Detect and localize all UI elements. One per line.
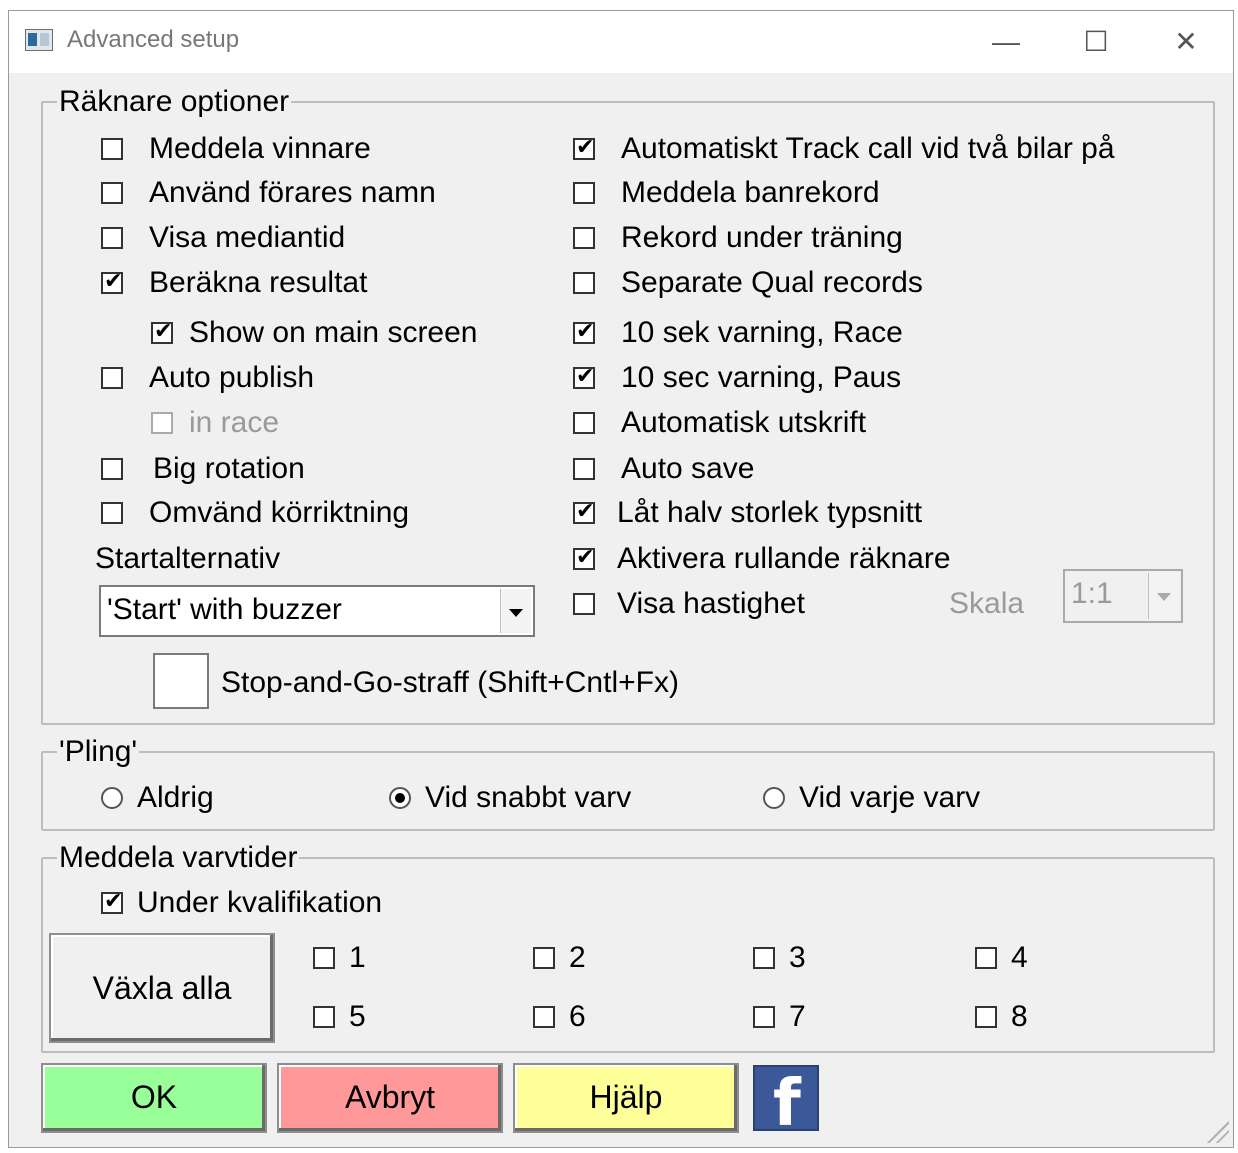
resize-grip-icon[interactable] — [1207, 1121, 1229, 1143]
close-button[interactable]: ✕ — [1156, 19, 1216, 65]
announce-track-record-label: Meddela banrekord — [621, 176, 880, 209]
pling-never-radio[interactable] — [101, 787, 123, 809]
rolling-counter-checkbox[interactable] — [573, 545, 595, 571]
calculate-results-label: Beräkna resultat — [149, 266, 368, 299]
scale-label: Skala — [949, 587, 1025, 620]
lane-5-label: 5 — [349, 1000, 366, 1033]
record-during-training-label: Rekord under träning — [621, 221, 903, 254]
pling-fast-lap-label: Vid snabbt varv — [425, 781, 632, 814]
cancel-button[interactable]: Avbryt — [277, 1063, 503, 1133]
start-alternative-label: Startalternativ — [95, 542, 281, 575]
ten-sec-warning-race-checkbox[interactable] — [573, 319, 595, 345]
counter-options-legend: Räknare optioner — [59, 85, 290, 118]
show-on-main-screen-checkbox[interactable] — [151, 319, 173, 345]
stop-and-go-key-field[interactable] — [153, 653, 209, 709]
rolling-counter-label: Aktivera rullande räknare — [617, 542, 951, 575]
start-alternative-dropdown[interactable]: 'Start' with buzzer — [99, 585, 535, 637]
under-qualification-label: Under kvalifikation — [137, 886, 383, 919]
auto-save-checkbox[interactable] — [573, 458, 595, 480]
under-qualification-checkbox[interactable] — [101, 889, 123, 915]
record-during-training-checkbox[interactable] — [573, 227, 595, 249]
automatic-printout-checkbox[interactable] — [573, 412, 595, 434]
lane-4-checkbox[interactable] — [975, 947, 997, 969]
lane-6-checkbox[interactable] — [533, 1006, 555, 1028]
ten-sec-warning-pause-checkbox[interactable] — [573, 364, 595, 390]
lane-6-label: 6 — [569, 1000, 586, 1033]
scale-value: 1:1 — [1071, 577, 1113, 610]
pling-every-lap-label: Vid varje varv — [799, 781, 981, 814]
use-driver-name-checkbox[interactable] — [101, 182, 123, 204]
lane-2-checkbox[interactable] — [533, 947, 555, 969]
toggle-all-button[interactable]: Växla alla — [49, 933, 275, 1043]
title-bar[interactable]: Advanced setup — ☐ ✕ — [9, 11, 1233, 73]
half-size-font-checkbox[interactable] — [573, 499, 595, 525]
chevron-down-icon — [1148, 573, 1179, 619]
advanced-setup-window: Advanced setup — ☐ ✕ Räknare optioner Me… — [8, 10, 1234, 1148]
lane-2-label: 2 — [569, 941, 586, 974]
scale-dropdown: 1:1 — [1063, 569, 1183, 623]
calculate-results-checkbox[interactable] — [101, 269, 123, 295]
big-rotation-label: Big rotation — [153, 452, 305, 485]
auto-save-label: Auto save — [621, 452, 755, 485]
lane-5-checkbox[interactable] — [313, 1006, 335, 1028]
pling-every-lap-radio[interactable] — [763, 787, 785, 809]
lane-7-label: 7 — [789, 1000, 806, 1033]
announce-track-record-checkbox[interactable] — [573, 182, 595, 204]
reverse-direction-label: Omvänd körriktning — [149, 496, 410, 529]
show-median-time-label: Visa mediantid — [149, 221, 346, 254]
maximize-button[interactable]: ☐ — [1066, 19, 1126, 65]
separate-qual-records-label: Separate Qual records — [621, 266, 923, 299]
ten-sec-warning-pause-label: 10 sec varning, Paus — [621, 361, 902, 394]
pling-legend: 'Pling' — [59, 735, 138, 768]
auto-track-call-checkbox[interactable] — [573, 135, 595, 161]
pling-never-label: Aldrig — [137, 781, 214, 814]
announce-winner-checkbox[interactable] — [101, 138, 123, 160]
lane-1-checkbox[interactable] — [313, 947, 335, 969]
facebook-button[interactable]: f — [753, 1065, 819, 1139]
auto-publish-checkbox[interactable] — [101, 367, 123, 389]
in-race-checkbox — [151, 412, 173, 434]
chevron-down-icon — [500, 589, 531, 633]
facebook-icon: f — [773, 1067, 801, 1141]
show-speed-checkbox[interactable] — [573, 593, 595, 615]
lap-times-legend: Meddela varvtider — [59, 841, 298, 874]
window-title: Advanced setup — [67, 26, 240, 53]
lane-3-checkbox[interactable] — [753, 947, 775, 969]
separate-qual-records-checkbox[interactable] — [573, 272, 595, 294]
lane-8-checkbox[interactable] — [975, 1006, 997, 1028]
lane-3-label: 3 — [789, 941, 806, 974]
reverse-direction-checkbox[interactable] — [101, 502, 123, 524]
announce-winner-label: Meddela vinnare — [149, 132, 371, 165]
lane-7-checkbox[interactable] — [753, 1006, 775, 1028]
app-icon — [25, 29, 53, 51]
auto-track-call-label: Automatiskt Track call vid två bilar på — [621, 132, 1115, 165]
start-alternative-value: 'Start' with buzzer — [107, 593, 342, 626]
automatic-printout-label: Automatisk utskrift — [621, 406, 867, 439]
help-button[interactable]: Hjälp — [513, 1063, 739, 1133]
pling-fast-lap-radio[interactable] — [389, 787, 411, 809]
show-median-time-checkbox[interactable] — [101, 227, 123, 249]
auto-publish-label: Auto publish — [149, 361, 315, 394]
ten-sec-warning-race-label: 10 sek varning, Race — [621, 316, 903, 349]
lane-8-label: 8 — [1011, 1000, 1028, 1033]
stop-and-go-label: Stop-and-Go-straff (Shift+Cntl+Fx) — [221, 666, 679, 699]
ok-button[interactable]: OK — [41, 1063, 267, 1133]
in-race-label: in race — [189, 406, 280, 439]
show-on-main-screen-label: Show on main screen — [189, 316, 478, 349]
lane-1-label: 1 — [349, 941, 366, 974]
lane-4-label: 4 — [1011, 941, 1028, 974]
minimize-button[interactable]: — — [976, 19, 1036, 65]
big-rotation-checkbox[interactable] — [101, 458, 123, 480]
use-driver-name-label: Använd förares namn — [149, 176, 436, 209]
half-size-font-label: Låt halv storlek typsnitt — [617, 496, 923, 529]
show-speed-label: Visa hastighet — [617, 587, 805, 620]
